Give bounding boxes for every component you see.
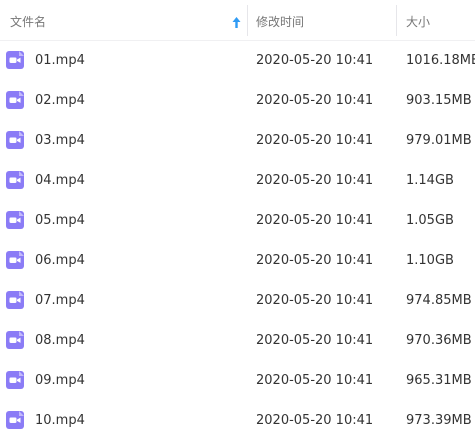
file-name[interactable]: 02.mp4 bbox=[35, 80, 85, 120]
file-modified-time: 2020-05-20 10:41 bbox=[256, 333, 374, 348]
file-modified-time: 2020-05-20 10:41 bbox=[256, 133, 374, 148]
video-file-icon bbox=[6, 411, 24, 429]
column-header-name[interactable]: 文件名 bbox=[10, 0, 46, 40]
file-modified-time: 2020-05-20 10:41 bbox=[256, 53, 374, 68]
file-row[interactable]: 07.mp4 2020-05-20 10:41 974.85MB bbox=[0, 280, 475, 320]
arrow-up-icon[interactable] bbox=[231, 16, 242, 29]
video-file-icon bbox=[6, 131, 24, 149]
video-file-icon bbox=[6, 291, 24, 309]
video-file-icon bbox=[6, 171, 24, 189]
file-size: 974.85MB bbox=[406, 293, 472, 308]
file-name[interactable]: 09.mp4 bbox=[35, 360, 85, 400]
column-divider[interactable] bbox=[247, 5, 248, 36]
file-row[interactable]: 06.mp4 2020-05-20 10:41 1.10GB bbox=[0, 240, 475, 280]
file-size: 1.14GB bbox=[406, 173, 454, 188]
file-row[interactable]: 05.mp4 2020-05-20 10:41 1.05GB bbox=[0, 200, 475, 240]
file-row[interactable]: 03.mp4 2020-05-20 10:41 979.01MB bbox=[0, 120, 475, 160]
file-size: 979.01MB bbox=[406, 133, 472, 148]
file-name[interactable]: 10.mp4 bbox=[35, 400, 85, 440]
file-row[interactable]: 10.mp4 2020-05-20 10:41 973.39MB bbox=[0, 400, 475, 440]
video-file-icon bbox=[6, 331, 24, 349]
column-header-modified[interactable]: 修改时间 bbox=[256, 0, 304, 40]
file-name[interactable]: 01.mp4 bbox=[35, 40, 85, 80]
file-row[interactable]: 09.mp4 2020-05-20 10:41 965.31MB bbox=[0, 360, 475, 400]
column-header-size[interactable]: 大小 bbox=[406, 0, 430, 40]
file-row[interactable]: 01.mp4 2020-05-20 10:41 1016.18MB bbox=[0, 40, 475, 80]
file-row[interactable]: 02.mp4 2020-05-20 10:41 903.15MB bbox=[0, 80, 475, 120]
file-modified-time: 2020-05-20 10:41 bbox=[256, 173, 374, 188]
file-row[interactable]: 04.mp4 2020-05-20 10:41 1.14GB bbox=[0, 160, 475, 200]
file-modified-time: 2020-05-20 10:41 bbox=[256, 93, 374, 108]
file-modified-time: 2020-05-20 10:41 bbox=[256, 373, 374, 388]
file-name[interactable]: 03.mp4 bbox=[35, 120, 85, 160]
file-modified-time: 2020-05-20 10:41 bbox=[256, 213, 374, 228]
file-list-header: 文件名 修改时间 大小 bbox=[0, 0, 475, 41]
file-name[interactable]: 06.mp4 bbox=[35, 240, 85, 280]
video-file-icon bbox=[6, 371, 24, 389]
file-list: 01.mp4 2020-05-20 10:41 1016.18MB 02.mp4… bbox=[0, 40, 475, 440]
file-name[interactable]: 08.mp4 bbox=[35, 320, 85, 360]
file-modified-time: 2020-05-20 10:41 bbox=[256, 253, 374, 268]
file-size: 1016.18MB bbox=[406, 53, 475, 68]
file-size: 970.36MB bbox=[406, 333, 472, 348]
video-file-icon bbox=[6, 251, 24, 269]
column-divider[interactable] bbox=[396, 5, 397, 36]
file-size: 1.05GB bbox=[406, 213, 454, 228]
file-size: 973.39MB bbox=[406, 413, 472, 428]
video-file-icon bbox=[6, 91, 24, 109]
file-size: 965.31MB bbox=[406, 373, 472, 388]
file-size: 903.15MB bbox=[406, 93, 472, 108]
file-modified-time: 2020-05-20 10:41 bbox=[256, 293, 374, 308]
file-name[interactable]: 04.mp4 bbox=[35, 160, 85, 200]
video-file-icon bbox=[6, 211, 24, 229]
file-size: 1.10GB bbox=[406, 253, 454, 268]
file-modified-time: 2020-05-20 10:41 bbox=[256, 413, 374, 428]
file-name[interactable]: 07.mp4 bbox=[35, 280, 85, 320]
file-row[interactable]: 08.mp4 2020-05-20 10:41 970.36MB bbox=[0, 320, 475, 360]
video-file-icon bbox=[6, 51, 24, 69]
file-name[interactable]: 05.mp4 bbox=[35, 200, 85, 240]
